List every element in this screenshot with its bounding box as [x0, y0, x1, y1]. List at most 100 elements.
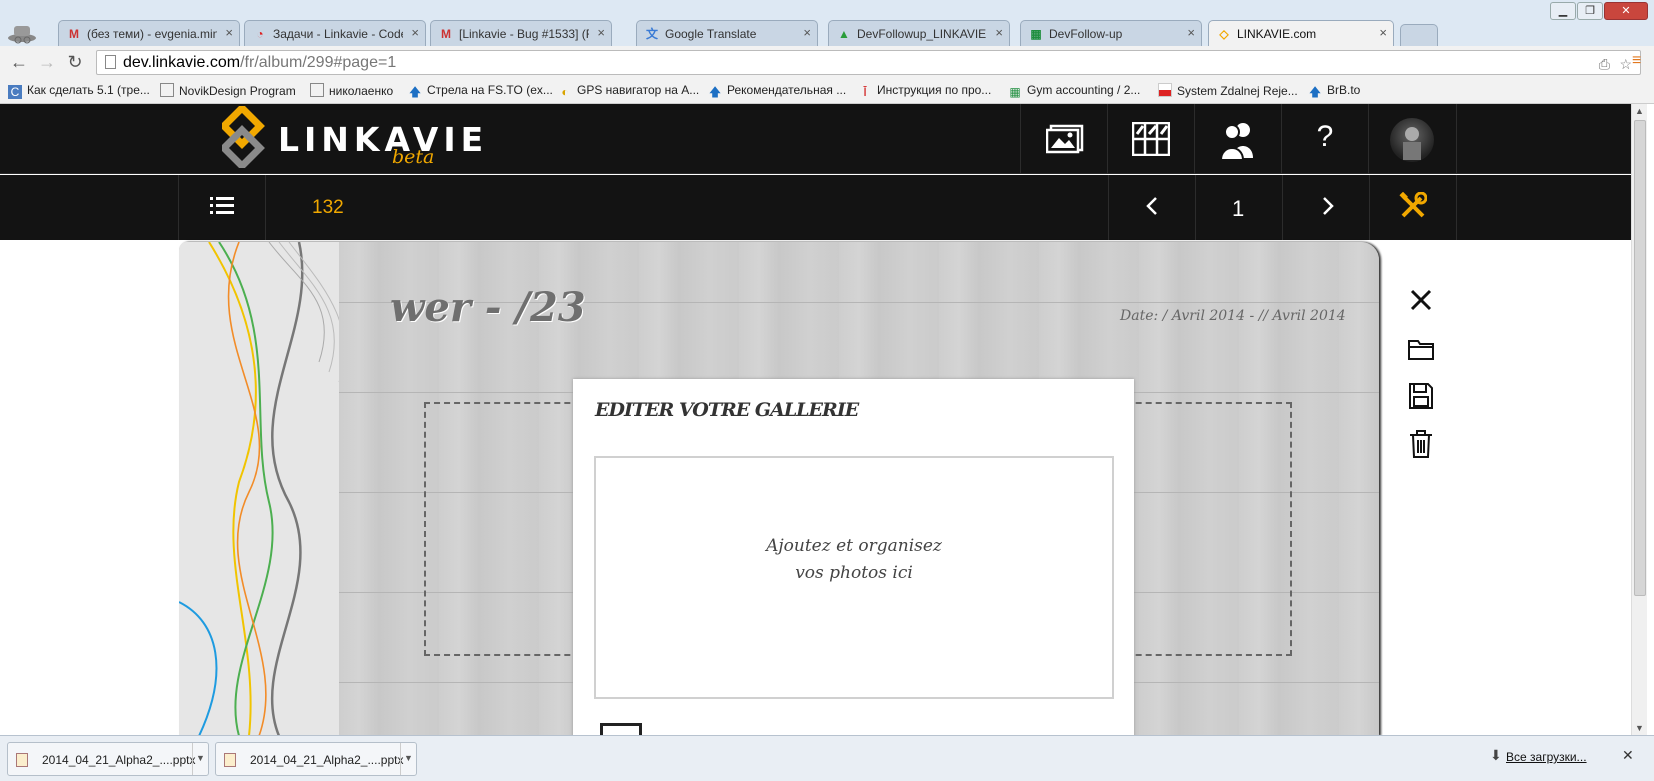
users-icon[interactable] — [1218, 120, 1258, 161]
panel-title: EDITER VOTRE GALLERIE — [595, 399, 859, 421]
sheets-icon: ▦ — [1030, 27, 1042, 41]
logo-mark-icon — [222, 106, 265, 168]
reload-icon[interactable]: ↻ — [64, 51, 86, 73]
save-icon[interactable] — [1406, 382, 1436, 412]
show-all-downloads-link[interactable]: Все загрузки... — [1506, 750, 1587, 764]
arrow-up-icon: 🡅 — [1308, 85, 1322, 99]
trash-icon[interactable] — [1406, 429, 1436, 459]
list-menu-icon[interactable] — [210, 196, 234, 218]
page-icon — [160, 83, 174, 97]
album-date: Date: / Avril 2014 - // Avril 2014 — [1120, 308, 1346, 324]
tab-devfollowup-drive[interactable]: ▲ DevFollowup_LINKAVIE - (× — [828, 20, 1010, 46]
page-icon — [310, 83, 324, 97]
tab-devfollowup-sheet[interactable]: ▦ DevFollow-up × — [1020, 20, 1202, 46]
help-icon[interactable]: ? — [1310, 120, 1340, 156]
profile-avatar[interactable] — [1390, 118, 1434, 162]
navigator-icon: ◐ — [561, 85, 569, 99]
edit-gallery-panel: EDITER VOTRE GALLERIE Ajoutez et organis… — [573, 379, 1134, 743]
sheets-icon: ▦ — [1009, 85, 1021, 99]
download-item[interactable]: 2014_04_21_Alpha2_....pptx ▼ — [215, 742, 417, 776]
grid-layout-icon[interactable] — [1131, 121, 1171, 158]
tab-linkavie[interactable]: ◇ LINKAVIE.com × — [1208, 20, 1394, 46]
bookmark-item[interactable]: ◐ GPS навигатор на А... — [558, 83, 699, 99]
instruction-icon: Ī — [863, 85, 867, 99]
close-icon[interactable] — [1406, 287, 1436, 317]
arrow-up-icon: 🡅 — [708, 85, 722, 99]
codetree-icon: ◔ — [256, 27, 264, 41]
dropzone-text-line1: Ajoutez et organisez — [766, 536, 942, 556]
new-tab-button[interactable] — [1400, 24, 1438, 46]
address-bar[interactable]: dev.linkavie.com/fr/album/299#page=1 ⎙ ☆ — [96, 50, 1641, 75]
chrome-menu-icon[interactable]: ≡ — [1632, 53, 1648, 69]
bookmark-item[interactable]: C Как сделать 5.1 (тре... — [8, 83, 150, 99]
folder-icon[interactable] — [1406, 336, 1436, 366]
browser-toolbar: ← → ↻ dev.linkavie.com/fr/album/299#page… — [0, 46, 1654, 78]
bookmark-item[interactable]: 🡅 BrB.to — [1308, 83, 1361, 99]
page-number: 1 — [1232, 196, 1245, 221]
pptx-file-icon — [224, 753, 236, 767]
bookmark-item[interactable]: NovikDesign Program — [160, 83, 296, 98]
tab-google-translate[interactable]: 文 Google Translate × — [636, 20, 818, 46]
tab-close-icon[interactable]: × — [1379, 25, 1387, 40]
download-item[interactable]: 2014_04_21_Alpha2_....pptx ▼ — [7, 742, 209, 776]
tab-gmail-1[interactable]: M(без теми) - evgenia.min@× — [58, 20, 240, 46]
minimize-button[interactable]: ▁ — [1550, 2, 1576, 20]
bookmark-item[interactable]: николаенко — [310, 83, 393, 98]
bookmark-item[interactable]: ▦ Gym accounting / 2... — [1008, 83, 1140, 99]
url-host: dev.linkavie.com — [123, 54, 241, 71]
decorative-side-strip — [179, 242, 345, 736]
photo-count: 132 — [312, 197, 344, 218]
tab-close-icon[interactable]: × — [1187, 25, 1195, 40]
tab-codetree[interactable]: ◔ Задачи - Linkavie - CodeT × — [244, 20, 426, 46]
tab-gmail-2[interactable]: M [Linkavie - Bug #1533] (Re × — [430, 20, 612, 46]
scroll-down-icon[interactable]: ▼ — [1635, 723, 1644, 733]
gallery-icon[interactable] — [1045, 124, 1085, 156]
dropzone-text-line2: vos photos ici — [795, 563, 913, 583]
url-path: /fr/album/299#page=1 — [240, 54, 397, 71]
downloads-bar: 2014_04_21_Alpha2_....pptx ▼ 2014_04_21_… — [0, 735, 1654, 781]
album-title[interactable]: wer - /23 — [390, 284, 586, 331]
translate-page-icon[interactable]: ⎙ — [1599, 53, 1610, 76]
bookmark-item[interactable]: System Zdalnej Reje... — [1158, 83, 1298, 98]
bookmark-star-icon[interactable]: ☆ — [1619, 53, 1632, 76]
scroll-up-icon[interactable]: ▲ — [1635, 106, 1644, 116]
gmail-icon: M — [69, 27, 79, 41]
drive-icon: ▲ — [838, 27, 850, 41]
chevron-down-icon[interactable]: ▼ — [400, 743, 416, 775]
tab-close-icon[interactable]: × — [225, 25, 233, 40]
bookmark-item[interactable]: 🡅 Стрела на FS.TO (ex... — [408, 83, 553, 99]
chevron-left-icon[interactable] — [1142, 196, 1162, 220]
bookmarks-bar: C Как сделать 5.1 (тре... NovikDesign Pro… — [0, 78, 1654, 104]
tools-icon[interactable] — [1398, 191, 1428, 222]
chevron-right-icon[interactable] — [1318, 196, 1338, 220]
tab-close-icon[interactable]: × — [597, 25, 605, 40]
linkavie-logo[interactable]: LINKAVIE beta program — [222, 106, 483, 190]
incognito-icon — [0, 20, 54, 46]
album-toolbar — [0, 175, 1631, 240]
bookmark-item[interactable]: 🡅 Рекомендательная ... — [708, 83, 846, 99]
vertical-scrollbar[interactable]: ▲ ▼ — [1631, 104, 1647, 735]
tab-strip: M(без теми) - evgenia.min@× ◔Задачи - Li… — [0, 0, 1654, 46]
pptx-file-icon — [16, 753, 28, 767]
translate-icon: 文 — [645, 27, 658, 41]
flag-icon — [1158, 83, 1172, 97]
tab-close-icon[interactable]: × — [803, 25, 811, 40]
scrollbar-thumb[interactable] — [1634, 120, 1646, 596]
close-downloads-icon[interactable]: ✕ — [1622, 747, 1634, 764]
browser-window: M(без теми) - evgenia.min@× ◔Задачи - Li… — [0, 0, 1654, 781]
back-icon[interactable]: ← — [8, 51, 30, 73]
chevron-down-icon[interactable]: ▼ — [192, 743, 208, 775]
forward-icon[interactable]: → — [36, 51, 58, 73]
bookmark-icon: C — [8, 85, 22, 99]
bookmark-item[interactable]: Ī Инструкция по про... — [858, 83, 991, 99]
photo-dropzone[interactable]: Ajoutez et organisez vos photos ici — [594, 456, 1114, 699]
gmail-icon: M — [441, 27, 451, 41]
close-window-button[interactable]: ✕ — [1604, 2, 1648, 20]
tab-close-icon[interactable]: × — [411, 25, 419, 40]
tab-close-icon[interactable]: × — [995, 25, 1003, 40]
restore-button[interactable]: ❐ — [1577, 2, 1603, 20]
page-icon — [105, 55, 116, 69]
download-arrow-icon: ⬇ — [1490, 747, 1502, 763]
linkavie-icon: ◇ — [1219, 27, 1229, 41]
arrow-up-icon: 🡅 — [408, 85, 422, 99]
